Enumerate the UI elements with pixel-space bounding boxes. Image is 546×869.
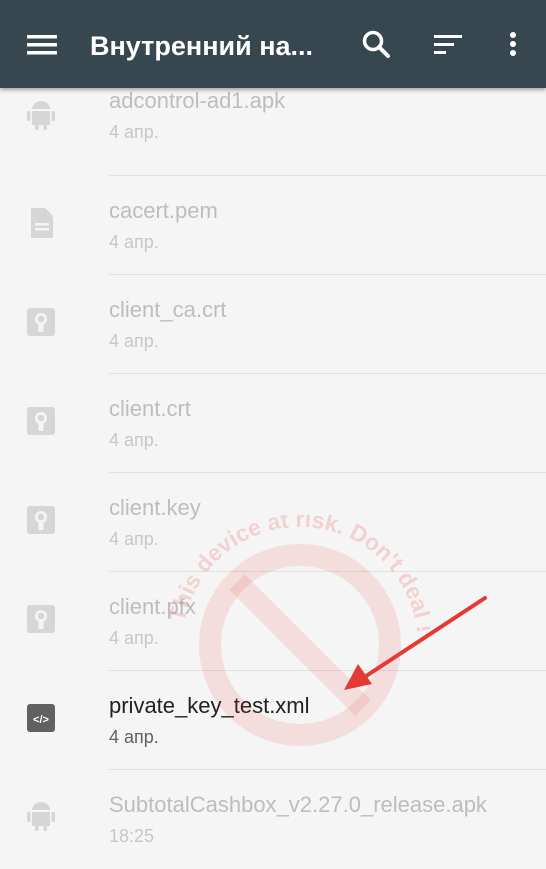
file-date: 4 апр. <box>109 628 159 648</box>
file-date: 4 апр. <box>109 727 159 747</box>
file-date: 4 апр. <box>109 529 159 549</box>
more-options-button[interactable] <box>493 24 533 64</box>
file-name: client_ca.crt <box>109 297 227 322</box>
sort-button[interactable] <box>428 24 468 64</box>
file-date: 4 апр. <box>109 232 159 252</box>
app-bar: Внутренний на... <box>0 0 546 88</box>
file-row[interactable]: client_ca.crt 4 апр. <box>0 275 546 374</box>
code-icon: </> <box>27 704 55 732</box>
menu-button[interactable] <box>22 25 62 65</box>
android-icon <box>27 802 55 831</box>
file-date: 4 апр. <box>109 430 159 450</box>
certificate-icon <box>27 605 55 633</box>
file-row[interactable]: client.key 4 апр. <box>0 473 546 572</box>
more-vert-icon <box>510 32 516 56</box>
file-name: SubtotalCashbox_v2.27.0_release.apk <box>109 792 487 817</box>
file-row[interactable]: client.pfx 4 апр. <box>0 572 546 671</box>
file-date: 4 апр. <box>109 331 159 351</box>
file-name: client.pfx <box>109 594 196 619</box>
file-row[interactable]: adcontrol-ad1.apk 4 апр. <box>0 77 546 176</box>
file-date: 18:25 <box>109 826 155 846</box>
file-name: cacert.pem <box>109 198 218 223</box>
sort-icon <box>434 35 462 54</box>
file-date: 4 апр. <box>109 122 159 142</box>
menu-icon <box>27 35 57 55</box>
file-row[interactable]: client.crt 4 апр. <box>0 374 546 473</box>
file-name: client.key <box>109 495 201 520</box>
certificate-icon <box>27 308 55 336</box>
file-name: adcontrol-ad1.apk <box>109 88 286 113</box>
certificate-icon <box>27 407 55 435</box>
search-button[interactable] <box>356 24 396 64</box>
search-icon <box>362 30 390 58</box>
file-row[interactable]: SubtotalCashbox_v2.27.0_release.apk 18:2… <box>0 770 546 869</box>
file-row[interactable]: cacert.pem 4 апр. <box>0 176 546 275</box>
page-title: Внутренний на... <box>90 31 314 61</box>
document-icon <box>31 208 53 238</box>
svg-text:</>: </> <box>33 714 49 726</box>
file-name: private_key_test.xml <box>109 693 310 718</box>
certificate-icon <box>27 506 55 534</box>
file-name: client.crt <box>109 396 191 421</box>
file-row-selected[interactable]: </> private_key_test.xml 4 апр. <box>0 671 546 770</box>
android-icon <box>27 101 55 130</box>
